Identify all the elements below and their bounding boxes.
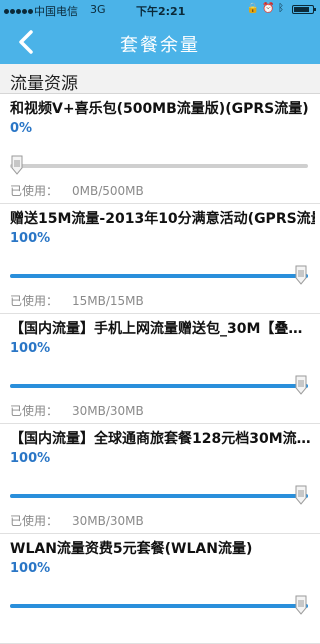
carrier-label: 中国电信 — [34, 5, 78, 18]
status-icons: 🔒 ⏰ ᛒ — [247, 3, 284, 14]
section-header: 流量资源 — [0, 64, 320, 94]
usage-detail: 已使用： 30MB/30MB — [10, 512, 144, 529]
list-item[interactable]: WLAN流量资费5元套餐(WLAN流量) 100% — [0, 534, 320, 644]
navigation-bar: 套餐余量 — [0, 20, 320, 64]
usage-percent: 100% — [10, 561, 51, 576]
usage-progress-track — [10, 384, 308, 388]
used-label: 已使用： — [10, 294, 59, 308]
progress-thumb-icon — [10, 155, 24, 175]
progress-thumb-icon — [294, 375, 308, 395]
package-name: 和视频V+喜乐包(500MB流量版)(GPRS流量) — [10, 101, 309, 117]
usage-progress-fill — [10, 274, 308, 278]
list-item[interactable]: 赠送15M流量-2013年10分满意活动(GPRS流量) 100% 已使用： 15MB… — [0, 204, 320, 314]
status-time: 下午2:21 — [136, 5, 186, 18]
alarm-icon: ⏰ — [262, 3, 275, 14]
usage-percent: 100% — [10, 341, 51, 356]
list-item[interactable]: 和视频V+喜乐包(500MB流量版)(GPRS流量) 0% 已使用： 0MB/500M… — [0, 94, 320, 204]
progress-thumb-icon — [294, 595, 308, 615]
list-item[interactable]: 【国内流量】手机上网流量赠送包_30M【叠… 100% 已使用： 30MB/30MB — [0, 314, 320, 424]
usage-detail: 已使用： 0MB/500MB — [10, 182, 144, 199]
usage-progress-fill — [10, 604, 308, 608]
usage-progress-track — [10, 604, 308, 608]
package-name: 【国内流量】全球通商旅套餐128元档30M流… — [10, 431, 311, 447]
progress-thumb-icon — [294, 265, 308, 285]
usage-progress-track — [10, 494, 308, 498]
used-value: 0MB/500MB — [72, 184, 144, 198]
page-title: 套餐余量 — [120, 35, 200, 56]
battery-icon — [292, 5, 316, 14]
used-label: 已使用： — [10, 514, 59, 528]
lock-icon: 🔒 — [246, 3, 260, 14]
used-value: 30MB/30MB — [72, 514, 144, 528]
usage-progress-fill — [10, 384, 308, 388]
bluetooth-icon: ᛒ — [278, 3, 284, 14]
usage-percent: 0% — [10, 121, 33, 136]
usage-progress-track — [10, 274, 308, 278]
usage-detail: 已使用： 30MB/30MB — [10, 402, 144, 419]
used-value: 15MB/15MB — [72, 294, 144, 308]
package-name: 【国内流量】手机上网流量赠送包_30M【叠… — [10, 321, 303, 337]
status-bar: 中国电信 3G 下午2:21 🔒 ⏰ ᛒ — [0, 0, 320, 20]
usage-progress-fill — [10, 494, 308, 498]
package-list: 和视频V+喜乐包(500MB流量版)(GPRS流量) 0% 已使用： 0MB/500M… — [0, 94, 320, 644]
usage-percent: 100% — [10, 231, 51, 246]
usage-progress-track — [10, 164, 308, 168]
package-name: WLAN流量资费5元套餐(WLAN流量) — [10, 541, 253, 557]
section-title: 流量资源 — [10, 74, 78, 94]
usage-detail: 已使用： 15MB/15MB — [10, 292, 144, 309]
progress-thumb-icon — [294, 485, 308, 505]
used-label: 已使用： — [10, 184, 59, 198]
usage-percent: 100% — [10, 451, 51, 466]
network-type: 3G — [90, 3, 106, 16]
used-value: 30MB/30MB — [72, 404, 144, 418]
list-item[interactable]: 【国内流量】全球通商旅套餐128元档30M流… 100% 已使用： 30MB/30MB — [0, 424, 320, 534]
package-name: 赠送15M流量-2013年10分满意活动(GPRS流量) — [10, 211, 315, 227]
used-label: 已使用： — [10, 404, 59, 418]
signal-icon — [4, 4, 34, 17]
